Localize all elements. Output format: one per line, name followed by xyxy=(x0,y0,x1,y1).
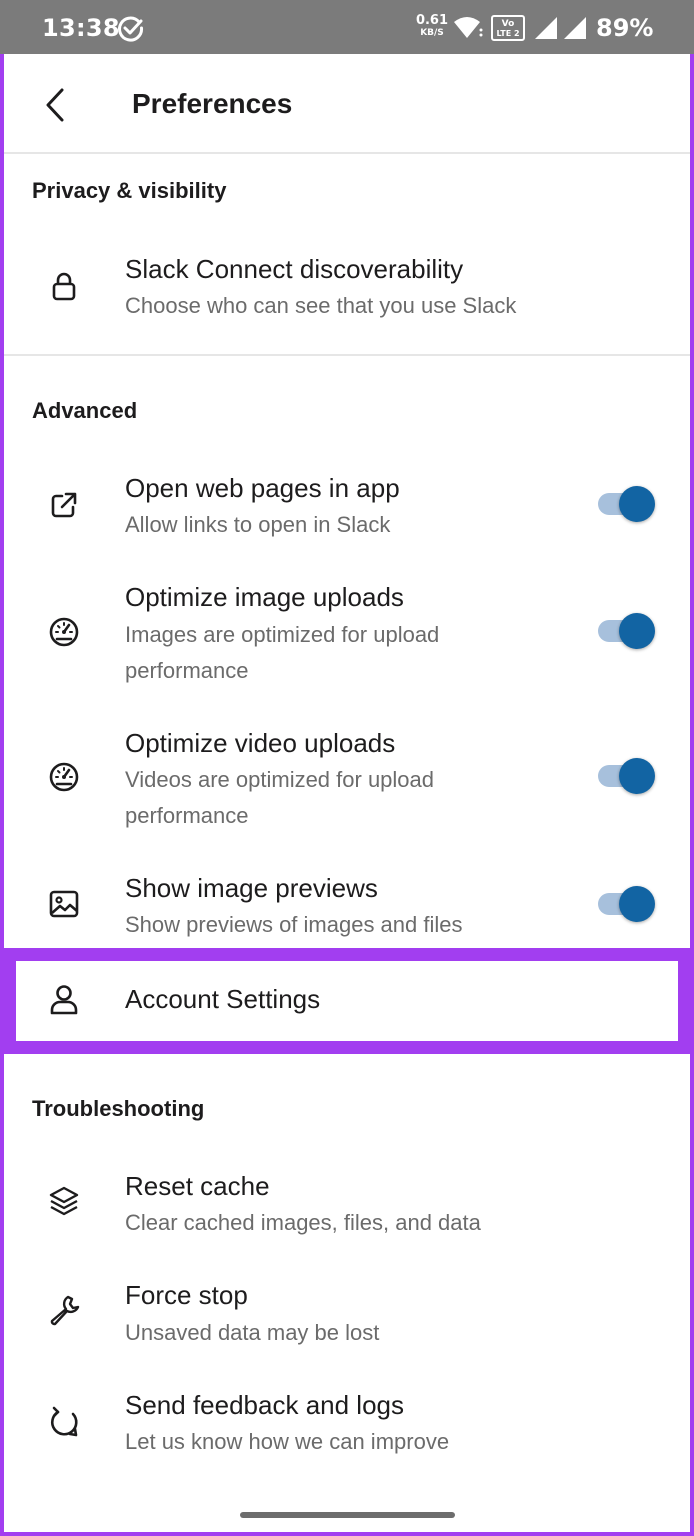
setting-subtitle: Images are optimized for upload xyxy=(125,622,440,647)
status-time: 13:38 xyxy=(42,14,120,42)
user-icon xyxy=(46,982,82,1018)
account-settings-row[interactable]: Account Settings xyxy=(16,961,678,1041)
setting-title: Show image previews xyxy=(125,873,378,903)
toggle-show-image-previews[interactable] xyxy=(598,884,658,924)
setting-title: Open web pages in app xyxy=(125,473,400,503)
setting-subtitle: Clear cached images, files, and data xyxy=(125,1210,481,1235)
home-indicator[interactable] xyxy=(240,1512,455,1518)
external-link-icon xyxy=(46,487,82,523)
setting-subtitle-continued: performance xyxy=(125,658,249,683)
setting-title: Send feedback and logs xyxy=(125,1390,404,1420)
setting-subtitle: Let us know how we can improve xyxy=(125,1429,450,1454)
lock-icon xyxy=(46,269,82,305)
top-app-bar: Preferences xyxy=(4,54,690,154)
wifi-icon xyxy=(452,16,484,45)
signal-icon xyxy=(562,16,588,45)
wrench-icon xyxy=(46,1292,82,1328)
svg-text:LTE 2: LTE 2 xyxy=(496,29,519,38)
setting-title: Optimize image uploads xyxy=(125,582,404,612)
setting-title: Optimize video uploads xyxy=(125,728,396,758)
section-header-troubleshooting: Troubleshooting xyxy=(32,1096,205,1121)
back-arrow-icon[interactable] xyxy=(42,87,70,128)
section-header-privacy: Privacy & visibility xyxy=(32,178,227,203)
setting-subtitle: Unsaved data may be lost xyxy=(125,1320,380,1345)
toggle-optimize-video-uploads[interactable] xyxy=(598,756,658,796)
setting-title: Slack Connect discoverability xyxy=(125,254,464,284)
account-settings-label: Account Settings xyxy=(125,984,321,1014)
svg-text:Vo: Vo xyxy=(502,19,515,29)
battery-level: 89% xyxy=(596,14,654,42)
network-speed: 0.61 KB/S xyxy=(415,13,449,38)
speedometer-icon xyxy=(46,759,82,795)
setting-title: Force stop xyxy=(125,1280,248,1310)
volte-icon: Vo LTE 2 xyxy=(491,15,525,46)
signal-icon xyxy=(533,16,559,45)
toggle-optimize-image-uploads[interactable] xyxy=(598,611,658,651)
divider xyxy=(4,354,690,356)
status-bar: 13:38 0.61 KB/S Vo LTE 2 89% xyxy=(0,0,694,54)
section-header-advanced: Advanced xyxy=(32,398,138,423)
setting-subtitle: Choose who can see that you use Slack xyxy=(125,293,517,318)
setting-subtitle: Show previews of images and files xyxy=(125,912,463,937)
page-title: Preferences xyxy=(132,88,293,119)
toggle-open-web-pages[interactable] xyxy=(598,484,658,524)
check-circle-icon xyxy=(117,14,145,47)
setting-title: Reset cache xyxy=(125,1171,270,1201)
refresh-feedback-icon xyxy=(46,1404,82,1440)
layers-icon xyxy=(46,1184,82,1220)
image-icon xyxy=(46,886,82,922)
setting-subtitle: Allow links to open in Slack xyxy=(125,512,391,537)
setting-subtitle: Videos are optimized for upload xyxy=(125,767,435,792)
setting-subtitle-continued: performance xyxy=(125,803,249,828)
speedometer-icon xyxy=(46,614,82,650)
